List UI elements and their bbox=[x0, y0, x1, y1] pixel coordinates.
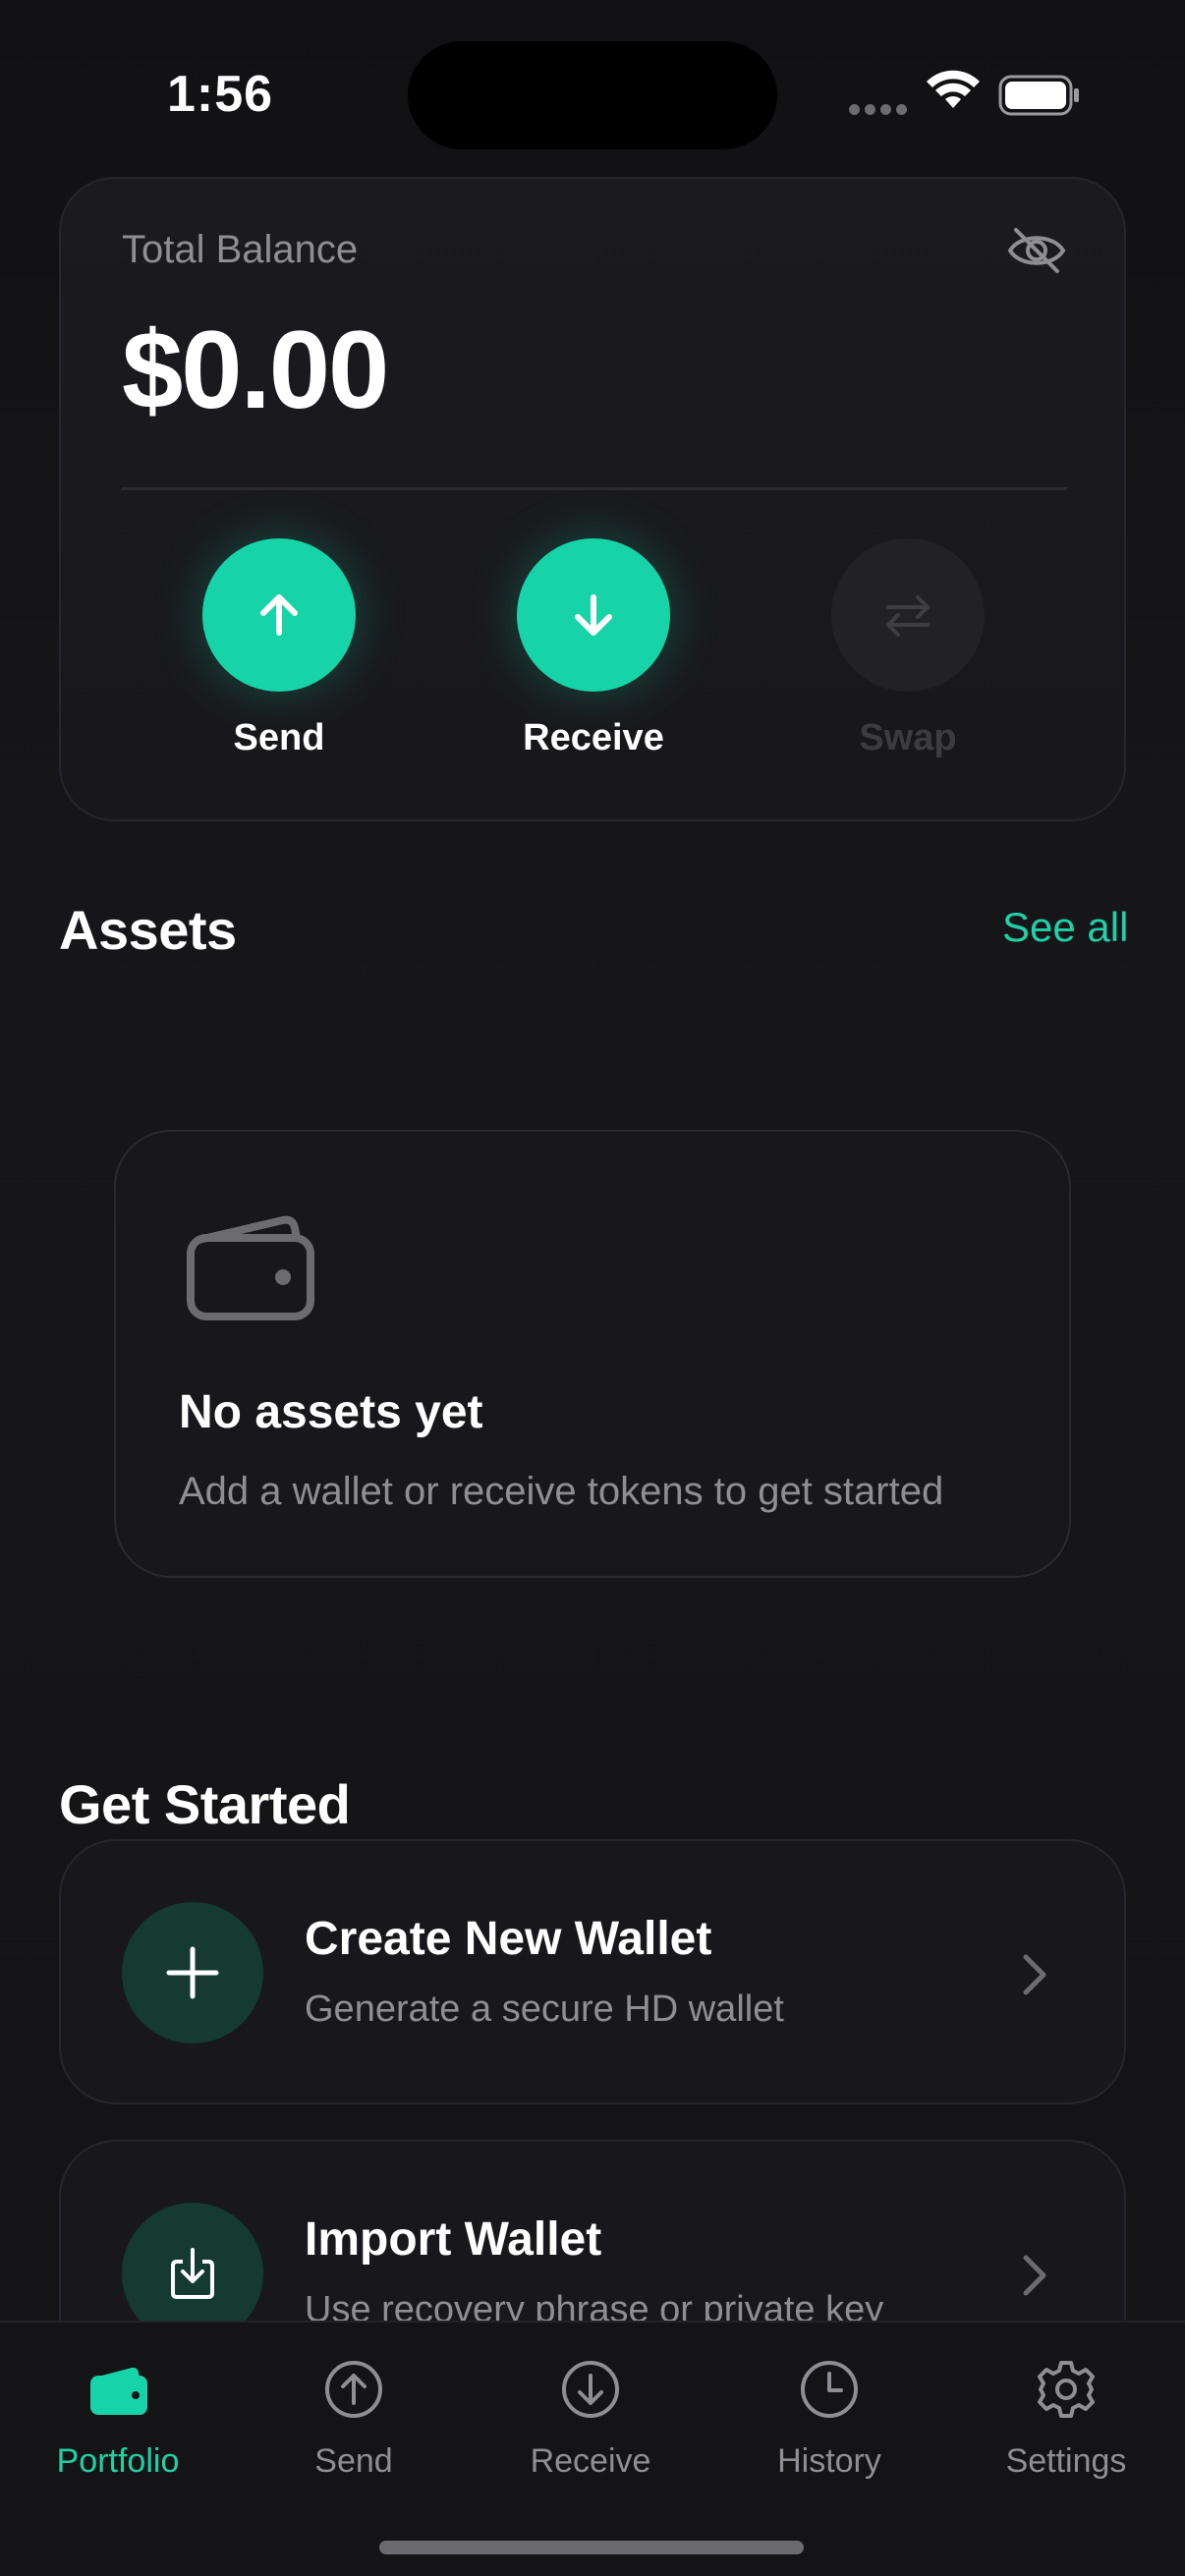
empty-assets-subtitle: Add a wallet or receive tokens to get st… bbox=[179, 1470, 944, 1513]
balance-card: Total Balance $0.00 Send Receive Swap bbox=[59, 177, 1126, 821]
status-time: 1:56 bbox=[167, 66, 274, 123]
wallet-icon bbox=[90, 2367, 147, 2415]
receive-label: Receive bbox=[523, 717, 664, 758]
eye-off-icon[interactable] bbox=[1006, 226, 1067, 275]
arrow-down-circle-icon bbox=[562, 2361, 619, 2418]
status-bar: 1:56 bbox=[0, 0, 1185, 187]
tab-portfolio[interactable]: Portfolio bbox=[20, 2358, 216, 2481]
receive-action-button[interactable]: Receive bbox=[495, 538, 692, 759]
tab-settings-label: Settings bbox=[1005, 2442, 1127, 2480]
swap-label: Swap bbox=[859, 717, 957, 758]
divider bbox=[122, 487, 1067, 490]
create-wallet-title: Create New Wallet bbox=[305, 1913, 712, 1965]
dynamic-island bbox=[408, 41, 777, 149]
assets-title: Assets bbox=[59, 899, 237, 961]
see-all-link[interactable]: See all bbox=[1002, 904, 1128, 951]
arrow-up-circle-icon bbox=[325, 2361, 382, 2418]
tab-receive-label: Receive bbox=[530, 2442, 651, 2480]
home-indicator bbox=[379, 2541, 804, 2554]
balance-label: Total Balance bbox=[122, 228, 359, 271]
tab-receive[interactable]: Receive bbox=[492, 2358, 689, 2481]
chevron-right-icon bbox=[1023, 1954, 1046, 1995]
battery-icon bbox=[998, 75, 1079, 116]
create-wallet-subtitle: Generate a secure HD wallet bbox=[305, 1988, 784, 2030]
plus-icon bbox=[122, 1902, 263, 2044]
get-started-title: Get Started bbox=[59, 1773, 351, 1835]
send-action-button[interactable]: Send bbox=[181, 538, 377, 759]
tab-settings[interactable]: Settings bbox=[968, 2358, 1164, 2481]
clock-icon bbox=[801, 2361, 858, 2418]
send-label: Send bbox=[233, 717, 325, 758]
arrow-down-icon bbox=[517, 538, 670, 692]
tab-history[interactable]: History bbox=[731, 2358, 928, 2481]
empty-assets-card: No assets yet Add a wallet or receive to… bbox=[114, 1130, 1071, 1578]
cellular-signal-icon bbox=[849, 102, 912, 120]
swap-action-button[interactable]: Swap bbox=[810, 538, 1006, 759]
wifi-icon bbox=[927, 70, 980, 108]
balance-amount: $0.00 bbox=[122, 308, 389, 431]
gear-icon bbox=[1038, 2361, 1095, 2418]
empty-assets-title: No assets yet bbox=[179, 1386, 483, 1438]
import-wallet-title: Import Wallet bbox=[305, 2213, 602, 2266]
tab-history-label: History bbox=[777, 2442, 881, 2480]
create-wallet-card[interactable]: Create New Wallet Generate a secure HD w… bbox=[59, 1839, 1126, 2104]
wallet-icon bbox=[187, 1215, 314, 1320]
tab-send[interactable]: Send bbox=[255, 2358, 452, 2481]
tab-portfolio-label: Portfolio bbox=[56, 2442, 180, 2480]
tab-bar: Portfolio Send Receive History Settings bbox=[0, 2321, 1185, 2576]
swap-icon bbox=[831, 538, 985, 692]
tab-send-label: Send bbox=[314, 2442, 393, 2480]
chevron-right-icon bbox=[1023, 2255, 1046, 2296]
arrow-up-icon bbox=[202, 538, 356, 692]
